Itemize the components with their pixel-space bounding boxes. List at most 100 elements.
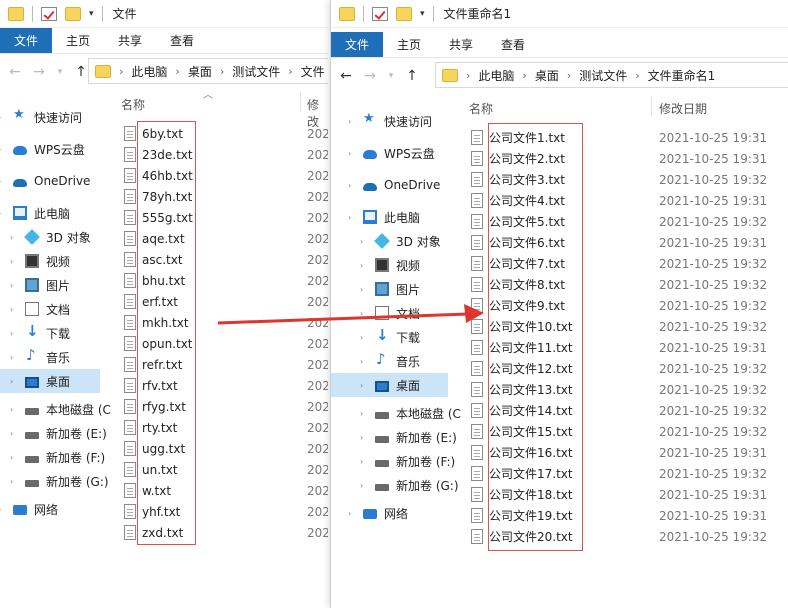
file-row[interactable]: aqe.txt 202 (124, 228, 328, 249)
chevron-right-icon[interactable]: › (348, 509, 356, 518)
back-arrow-icon[interactable]: ← (8, 64, 22, 80)
sidebar-item-onedrive[interactable]: › OneDrive (0, 169, 90, 193)
sidebar-item-down[interactable]: › 下载 (10, 321, 70, 345)
sidebar-item-disk[interactable]: › 新加卷 (E:) (10, 421, 107, 445)
file-row[interactable]: 公司文件3.txt 2021-10-25 19:32 (471, 169, 787, 190)
sidebar-item-pin[interactable]: › 快速访问 (0, 105, 82, 129)
chevron-right-icon[interactable]: › (10, 281, 18, 290)
chevron-right-icon[interactable]: › (360, 481, 368, 490)
chevron-right-icon[interactable]: › (360, 409, 368, 418)
breadcrumb-desktop[interactable]: 桌面 (535, 67, 559, 84)
chevron-right-icon[interactable]: › (360, 457, 368, 466)
file-row[interactable]: 公司文件6.txt 2021-10-25 19:31 (471, 232, 787, 253)
column-divider[interactable] (651, 96, 652, 116)
sidebar-item-cloud[interactable]: › WPS云盘 (348, 141, 435, 165)
sidebar-item-pin[interactable]: › 快速访问 (348, 109, 432, 133)
sidebar-item-image[interactable]: › 图片 (10, 273, 70, 297)
tab-share[interactable]: 共享 (435, 32, 487, 57)
chevron-right-icon[interactable]: › (360, 285, 368, 294)
new-folder-icon[interactable] (65, 6, 81, 21)
file-row[interactable]: 公司文件11.txt 2021-10-25 19:31 (471, 337, 787, 358)
file-row[interactable]: 78yh.txt 202 (124, 186, 328, 207)
file-row[interactable]: 公司文件18.txt 2021-10-25 19:31 (471, 484, 787, 505)
tab-view[interactable]: 查看 (156, 28, 208, 53)
file-row[interactable]: yhf.txt 202 (124, 501, 328, 522)
chevron-right-icon[interactable]: › (0, 113, 6, 122)
column-header-name[interactable]: 名称 (121, 96, 145, 113)
breadcrumb-this-pc[interactable]: 此电脑 (131, 63, 167, 80)
file-row[interactable]: 555g.txt 202 (124, 207, 328, 228)
file-row[interactable]: asc.txt 202 (124, 249, 328, 270)
properties-icon[interactable] (41, 6, 57, 21)
forward-arrow-icon[interactable]: → (32, 64, 46, 80)
breadcrumb-this-pc[interactable]: 此电脑 (478, 67, 514, 84)
sidebar-item-network[interactable]: › 网络 (348, 501, 408, 525)
breadcrumb-desktop[interactable]: 桌面 (188, 63, 212, 80)
chevron-right-icon[interactable]: › (360, 381, 368, 390)
properties-icon[interactable] (372, 6, 388, 21)
file-row[interactable]: 公司文件9.txt 2021-10-25 19:32 (471, 295, 787, 316)
tab-share[interactable]: 共享 (104, 28, 156, 53)
up-arrow-icon[interactable]: ↑ (74, 64, 88, 80)
chevron-right-icon[interactable]: › (10, 329, 18, 338)
breadcrumb-files[interactable]: 文件 (301, 63, 325, 80)
file-row[interactable]: 公司文件12.txt 2021-10-25 19:32 (471, 358, 787, 379)
chevron-right-icon[interactable]: › (348, 213, 356, 222)
folder-icon[interactable] (8, 6, 24, 21)
file-row[interactable]: 公司文件14.txt 2021-10-25 19:32 (471, 400, 787, 421)
file-row[interactable]: bhu.txt 202 (124, 270, 328, 291)
column-header-name[interactable]: 名称 (469, 100, 493, 117)
file-row[interactable]: 23de.txt 202 (124, 144, 328, 165)
chevron-right-icon[interactable]: › (348, 181, 356, 190)
file-row[interactable]: opun.txt 202 (124, 333, 328, 354)
chevron-right-icon[interactable]: › (0, 505, 6, 514)
file-row[interactable]: 6by.txt 202 (124, 123, 328, 144)
chevron-right-icon[interactable]: › (10, 257, 18, 266)
chevron-right-icon[interactable]: › (0, 209, 6, 218)
sidebar-item-cloud[interactable]: › WPS云盘 (0, 137, 85, 161)
chevron-right-icon[interactable]: › (348, 117, 356, 126)
chevron-right-icon[interactable]: › (10, 405, 18, 414)
sidebar-item-pc[interactable]: › 此电脑 (0, 201, 70, 225)
file-row[interactable]: w.txt 202 (124, 480, 328, 501)
file-row[interactable]: 公司文件2.txt 2021-10-25 19:31 (471, 148, 787, 169)
tab-file[interactable]: 文件 (0, 28, 53, 53)
sidebar-item-desktop[interactable]: › 桌面 (331, 373, 448, 397)
chevron-right-icon[interactable]: › (360, 357, 368, 366)
chevron-right-icon[interactable]: › (360, 309, 368, 318)
chevron-right-icon[interactable]: › (10, 233, 18, 242)
chevron-right-icon[interactable]: › (10, 429, 18, 438)
file-row[interactable]: mkh.txt 202 (124, 312, 328, 333)
up-arrow-icon[interactable]: ↑ (405, 68, 419, 84)
file-row[interactable]: 公司文件13.txt 2021-10-25 19:32 (471, 379, 787, 400)
sidebar-item-music[interactable]: › 音乐 (10, 345, 70, 369)
file-row[interactable]: 公司文件15.txt 2021-10-25 19:32 (471, 421, 787, 442)
chevron-right-icon[interactable]: › (360, 333, 368, 342)
file-row[interactable]: 公司文件19.txt 2021-10-25 19:31 (471, 505, 787, 526)
file-row[interactable]: erf.txt 202 (124, 291, 328, 312)
breadcrumb-test-files[interactable]: 测试文件 (232, 63, 280, 80)
breadcrumb-renamed-folder[interactable]: 文件重命名1 (648, 67, 716, 84)
file-row[interactable]: rfv.txt 202 (124, 375, 328, 396)
sidebar-item-cube[interactable]: › 3D 对象 (10, 225, 91, 249)
sidebar-item-video[interactable]: › 视频 (360, 253, 420, 277)
chevron-down-icon[interactable]: ▾ (387, 71, 395, 81)
back-arrow-icon[interactable]: ← (339, 68, 353, 84)
chevron-down-icon[interactable]: ▾ (420, 9, 425, 19)
chevron-right-icon[interactable]: › (360, 433, 368, 442)
file-row[interactable]: zxd.txt 202 (124, 522, 328, 543)
forward-arrow-icon[interactable]: → (363, 68, 377, 84)
chevron-down-icon[interactable]: ▾ (56, 67, 64, 77)
file-row[interactable]: rty.txt 202 (124, 417, 328, 438)
file-row[interactable]: 公司文件10.txt 2021-10-25 19:32 (471, 316, 787, 337)
address-bar[interactable]: › 此电脑 › 桌面 › 测试文件 › 文件 (88, 58, 328, 84)
chevron-right-icon[interactable]: › (360, 261, 368, 270)
file-row[interactable]: 公司文件5.txt 2021-10-25 19:32 (471, 211, 787, 232)
sidebar-item-disk[interactable]: › 新加卷 (G:) (10, 469, 109, 493)
sidebar-item-down[interactable]: › 下载 (360, 325, 420, 349)
sidebar-item-video[interactable]: › 视频 (10, 249, 70, 273)
tab-view[interactable]: 查看 (487, 32, 539, 57)
chevron-right-icon[interactable]: › (10, 305, 18, 314)
tab-home[interactable]: 主页 (383, 32, 435, 57)
file-row[interactable]: ugg.txt 202 (124, 438, 328, 459)
